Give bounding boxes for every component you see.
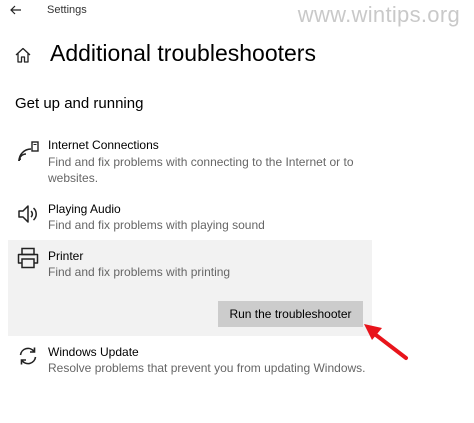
troubleshooter-label: Windows Update [48, 345, 139, 359]
troubleshooter-item-windows-update[interactable]: Windows Update Resolve problems that pre… [8, 338, 372, 396]
network-icon [16, 140, 40, 164]
speaker-icon [16, 202, 40, 226]
troubleshooter-label: Internet Connections [48, 138, 159, 152]
troubleshooter-description: Resolve problems that prevent you from u… [48, 361, 366, 375]
home-icon[interactable] [14, 46, 32, 64]
troubleshooter-item-internet-connections[interactable]: Internet Connections Find and fix proble… [8, 134, 372, 190]
troubleshooter-label: Printer [48, 249, 84, 263]
section-heading: Get up and running [15, 95, 144, 112]
back-arrow-icon[interactable] [8, 2, 24, 18]
printer-icon [16, 246, 40, 270]
troubleshooter-description: Find and fix problems with printing [48, 265, 231, 279]
troubleshooter-item-playing-audio[interactable]: Playing Audio Find and fix problems with… [8, 196, 372, 238]
troubleshooter-description: Find and fix problems with playing sound [48, 218, 265, 232]
page-title: Additional troubleshooters [50, 40, 316, 66]
annotation-arrow-icon [360, 318, 414, 366]
run-troubleshooter-button[interactable]: Run the troubleshooter [218, 301, 363, 327]
refresh-icon [16, 344, 40, 368]
troubleshooter-description: Find and fix problems with connecting to… [48, 155, 354, 185]
troubleshooter-label: Playing Audio [48, 202, 121, 216]
window-title: Settings [47, 4, 87, 16]
watermark: www.wintips.org [297, 2, 460, 27]
title-bar: Settings www.wintips.org [0, 0, 474, 27]
